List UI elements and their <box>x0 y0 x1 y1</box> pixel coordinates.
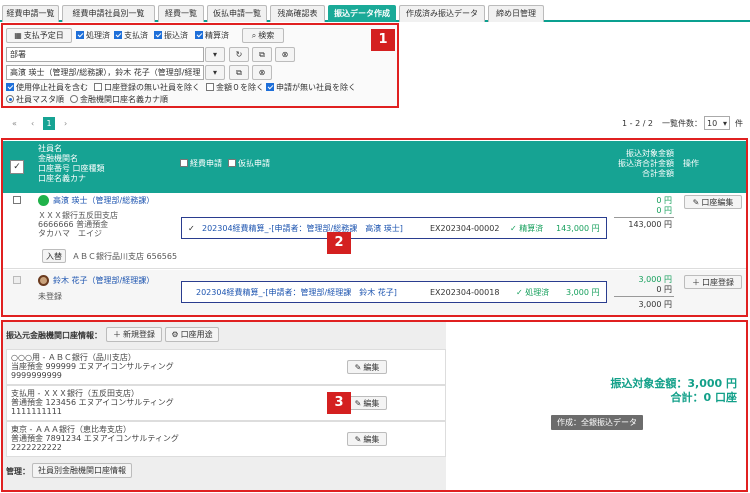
tab-created-transfer-data[interactable]: 作成済み振込データ <box>399 5 485 22</box>
callout-badge-1: 1 <box>371 29 395 51</box>
pager-first[interactable]: « <box>12 118 17 129</box>
tab-expense-by-employee[interactable]: 経費申請社員別一覧 <box>62 5 155 22</box>
highlight-box-3 <box>1 320 748 492</box>
tab-balance-check[interactable]: 残高確認表 <box>270 5 325 22</box>
pager-current-page[interactable]: 1 <box>43 117 55 130</box>
tab-bar: 経費申請一覧 経費申請社員別一覧 経費一覧 仮払申請一覧 残高確認表 振込データ… <box>0 0 750 22</box>
tab-closing-date[interactable]: 締め日管理 <box>488 5 544 22</box>
chevron-down-icon: ▾ <box>722 119 727 128</box>
highlight-box-1 <box>1 23 399 108</box>
callout-badge-3: 3 <box>327 392 351 414</box>
per-page-label: 一覧件数： <box>662 119 702 128</box>
tab-transfer-data-create[interactable]: 振込データ作成 <box>328 5 396 22</box>
per-page-select[interactable]: 10 ▾ <box>704 116 730 130</box>
tab-expense-applications[interactable]: 経費申請一覧 <box>2 5 59 22</box>
tab-expense-list[interactable]: 経費一覧 <box>158 5 204 22</box>
per-page-unit: 件 <box>735 119 743 128</box>
tab-advance-applications[interactable]: 仮払申請一覧 <box>207 5 267 22</box>
callout-badge-2: 2 <box>327 232 351 254</box>
pager-prev[interactable]: ‹ <box>31 118 34 129</box>
pager-range: 1 - 2 / 2 <box>622 119 654 128</box>
highlight-box-2 <box>1 138 748 317</box>
pager-next[interactable]: › <box>64 118 67 129</box>
